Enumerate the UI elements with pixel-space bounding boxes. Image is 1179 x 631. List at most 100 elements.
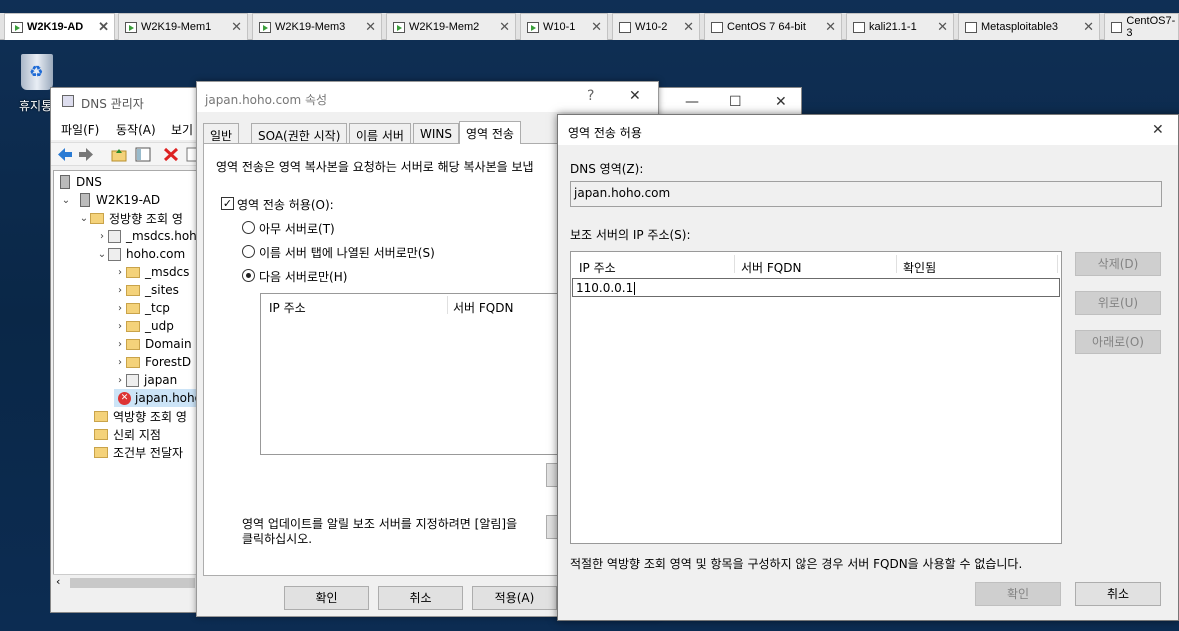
vm-tab-centos7[interactable]: CentOS 7 64-bit ✕: [704, 13, 842, 40]
column-server-fqdn[interactable]: 서버 FQDN: [453, 299, 513, 316]
vm-tab-centos7-3[interactable]: CentOS7-3: [1104, 13, 1179, 40]
column-ip-address[interactable]: IP 주소: [269, 299, 306, 316]
menu-action[interactable]: 동작(A): [116, 121, 156, 138]
tab-name-servers[interactable]: 이름 서버: [349, 123, 411, 143]
close-icon[interactable]: ✕: [629, 88, 641, 104]
tree-item-reverse-zones[interactable]: 역방향 조회 영: [94, 407, 187, 425]
close-icon[interactable]: ✕: [1083, 19, 1094, 35]
tree-item-server[interactable]: ⌄ W2K19-AD: [60, 191, 160, 209]
vm-tab-kali[interactable]: kali21.1-1 ✕: [846, 13, 954, 40]
tree-label: ForestD: [145, 355, 192, 369]
tab-wins[interactable]: WINS: [413, 123, 459, 143]
chevron-right-icon[interactable]: ›: [114, 339, 126, 350]
show-tree-icon[interactable]: [135, 147, 151, 162]
folder-icon: [126, 356, 140, 368]
menu-view[interactable]: 보기: [171, 121, 193, 138]
chevron-right-icon[interactable]: ›: [96, 231, 108, 242]
radio-name-servers-only[interactable]: [242, 245, 255, 258]
up-folder-icon[interactable]: [111, 147, 127, 162]
vm-tab-w2k19-ad[interactable]: W2K19-AD ✕: [4, 13, 115, 40]
tree-item-trust-points[interactable]: 신뢰 지점: [94, 425, 161, 443]
menu-file[interactable]: 파일(F): [61, 121, 99, 138]
tab-zone-transfers[interactable]: 영역 전송: [459, 121, 521, 144]
tree-item-tcp[interactable]: › _tcp: [114, 299, 170, 317]
ok-button[interactable]: 확인: [975, 582, 1061, 606]
tree-item-forestd[interactable]: › ForestD: [114, 353, 191, 371]
chevron-right-icon[interactable]: ›: [114, 357, 126, 368]
tree-horizontal-scrollbar[interactable]: ‹: [53, 574, 201, 590]
move-up-button[interactable]: 위로(U): [1075, 291, 1161, 315]
tree-item-japan[interactable]: › japan: [114, 371, 177, 389]
tab-soa[interactable]: SOA(권한 시작): [251, 123, 348, 143]
close-icon[interactable]: ✕: [825, 19, 836, 35]
vm-tab-metasploitable3[interactable]: Metasploitable3 ✕: [958, 13, 1100, 40]
apply-button[interactable]: 적용(A): [472, 586, 557, 610]
dns-manager-title: DNS 관리자: [81, 97, 144, 111]
close-icon[interactable]: ✕: [231, 19, 242, 35]
tab-general[interactable]: 일반: [203, 123, 240, 143]
chevron-down-icon[interactable]: ⌄: [96, 249, 108, 260]
close-icon[interactable]: ✕: [775, 94, 787, 110]
secondary-ip-label: 보조 서버의 IP 주소(S):: [570, 228, 691, 242]
column-server-fqdn[interactable]: 서버 FQDN: [741, 259, 801, 276]
tree-item-conditional-forwarders[interactable]: 조건부 전달자: [94, 443, 183, 461]
server-list[interactable]: IP 주소 서버 FQDN: [260, 293, 560, 455]
cancel-button[interactable]: 취소: [378, 586, 463, 610]
close-icon[interactable]: ✕: [937, 19, 948, 35]
move-down-button[interactable]: 아래로(O): [1075, 330, 1161, 354]
delete-button[interactable]: 삭제(D): [1075, 252, 1161, 276]
scrollbar-thumb[interactable]: [70, 578, 195, 588]
maximize-icon[interactable]: ☐: [729, 94, 742, 110]
tree-item-udp[interactable]: › _udp: [114, 317, 174, 335]
tree-item-hoho-com[interactable]: ⌄ hoho.com: [96, 245, 185, 263]
vm-tab-w2k19-mem1[interactable]: W2K19-Mem1 ✕: [118, 13, 248, 40]
tree-label: DNS: [76, 175, 102, 189]
column-validated[interactable]: 확인됨: [903, 259, 936, 276]
tree-label: _msdcs.hoh: [126, 229, 197, 243]
vm-tab-w10-2[interactable]: W10-2 ✕: [612, 13, 700, 40]
forward-arrow-icon[interactable]: [78, 147, 94, 162]
properties-titlebar: japan.hoho.com 속성 ? ✕: [197, 82, 658, 112]
back-arrow-icon[interactable]: [57, 147, 73, 162]
chevron-right-icon[interactable]: ›: [114, 375, 126, 386]
chevron-left-icon[interactable]: ‹: [56, 575, 60, 588]
dns-root-icon: [60, 175, 70, 189]
vm-tab-bar: W2K19-AD ✕ W2K19-Mem1 ✕ W2K19-Mem3 ✕ W2K…: [0, 13, 1179, 40]
allow-transfer-checkbox[interactable]: ✓: [221, 197, 234, 210]
tree-item-dns[interactable]: DNS: [60, 173, 102, 191]
tree-item-japan-hoho-selected[interactable]: ✕ japan.hoho.: [114, 389, 200, 407]
secondary-server-list[interactable]: IP 주소 서버 FQDN 확인됨 110.0.0.1: [570, 251, 1062, 544]
minimize-icon[interactable]: —: [685, 94, 699, 110]
help-icon[interactable]: ?: [587, 88, 594, 104]
radio-any-server[interactable]: [242, 221, 255, 234]
delete-icon[interactable]: [163, 147, 179, 162]
cancel-button[interactable]: 취소: [1075, 582, 1161, 606]
chevron-right-icon[interactable]: ›: [114, 285, 126, 296]
ip-address-input[interactable]: 110.0.0.1: [572, 278, 1060, 297]
vm-tab-w10-1[interactable]: W10-1 ✕: [520, 13, 608, 40]
vm-off-icon: [853, 21, 865, 33]
tree-item-forward-zones[interactable]: ⌄ 정방향 조회 영: [78, 209, 183, 227]
close-icon[interactable]: ✕: [1152, 122, 1164, 138]
tree-item-domain[interactable]: › Domain: [114, 335, 192, 353]
chevron-right-icon[interactable]: ›: [114, 303, 126, 314]
chevron-down-icon[interactable]: ⌄: [60, 195, 72, 206]
close-icon[interactable]: ✕: [365, 19, 376, 35]
chevron-down-icon[interactable]: ⌄: [78, 213, 90, 224]
tree-item-sites[interactable]: › _sites: [114, 281, 179, 299]
tree-label: hoho.com: [126, 247, 186, 261]
tree-label: _sites: [145, 283, 179, 297]
column-ip-address[interactable]: IP 주소: [579, 259, 616, 276]
vm-tab-w2k19-mem3[interactable]: W2K19-Mem3 ✕: [252, 13, 382, 40]
chevron-right-icon[interactable]: ›: [114, 267, 126, 278]
close-icon[interactable]: ✕: [499, 19, 510, 35]
close-icon[interactable]: ✕: [591, 19, 602, 35]
ok-button[interactable]: 확인: [284, 586, 369, 610]
close-icon[interactable]: ✕: [683, 19, 694, 35]
close-icon[interactable]: ✕: [98, 19, 109, 35]
tree-item-msdcs-zone[interactable]: › _msdcs.hoh: [96, 227, 197, 245]
vm-tab-w2k19-mem2[interactable]: W2K19-Mem2 ✕: [386, 13, 516, 40]
tree-item-msdcs[interactable]: › _msdcs: [114, 263, 189, 281]
chevron-right-icon[interactable]: ›: [114, 321, 126, 332]
radio-following-servers[interactable]: [242, 269, 255, 282]
